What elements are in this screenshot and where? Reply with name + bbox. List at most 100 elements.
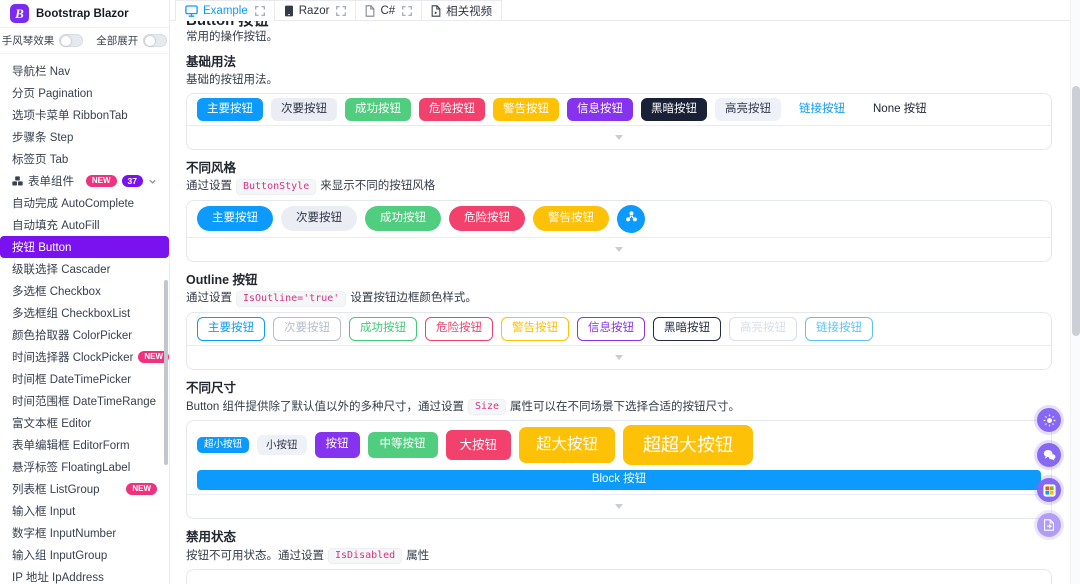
sidebar-item-inputnumber[interactable]: 数字框 InputNumber [0,522,169,544]
demo-button-success[interactable]: 成功按钮 [345,98,411,121]
sidebar-item-floatinglabel[interactable]: 悬浮标签 FloatingLabel [0,456,169,478]
sidebar-item-label: 富文本框 Editor [12,418,92,430]
sidebar-item-checkbox[interactable]: 多选框 Checkbox [0,280,169,302]
demo-button-dark-outline[interactable]: 黑暗按钮 [653,316,721,341]
sidebar-item-label: 悬浮标签 FloatingLabel [12,462,131,474]
demo-button-link[interactable]: 链接按钮 [789,98,855,121]
demo-button-primary[interactable]: 主要按钮 [197,98,263,121]
demo-button-success-outline[interactable]: 成功按钮 [349,316,417,341]
demo-button-info-outline[interactable]: 信息按钮 [577,316,645,341]
expand-icon[interactable] [336,5,347,16]
count-badge: 37 [121,174,143,188]
demo-button-danger[interactable]: 危险按钮 [449,205,525,232]
demo-button-none[interactable]: None 按钮 [863,98,937,121]
sidebar-item-pagination[interactable]: 分页 Pagination [0,82,169,104]
sidebar-item-checkboxlist[interactable]: 多选框组 CheckboxList [0,302,169,324]
sidebar-item-button[interactable]: 按钮 Button [0,236,169,258]
chat-button[interactable] [1037,443,1061,467]
new-badge: NEW [85,175,117,187]
display-icon [185,4,198,17]
sidebar-item-label: 输入框 Input [12,506,76,518]
sidebar-item-clockpicker[interactable]: 时间选择器 ClockPicker NEW [0,346,169,368]
demo-button-primary-outline[interactable]: 主要按钮 [197,316,265,341]
demo-button-dark[interactable]: 黑暗按钮 [641,98,707,121]
tab-item[interactable]: 相关视频 [422,0,503,20]
demo-button-warning[interactable]: 警告按钮 [493,98,559,121]
demo-button-primary[interactable]: 主要按钮 [197,205,273,232]
export-button[interactable] [1037,513,1061,537]
sidebar-item-colorpicker[interactable]: 颜色拾取器 ColorPicker [0,324,169,346]
sidebar-item-editorform[interactable]: 表单编辑框 EditorForm [0,434,169,456]
sidebar-item-listgroup[interactable]: 列表框 ListGroup NEW [0,478,169,500]
sidebar-item-nav[interactable]: 导航栏 Nav [0,60,169,82]
demo-button-light-outline[interactable]: 高亮按钮 [729,316,797,341]
tab-razor[interactable]: Razor [274,0,357,20]
code-chip: IsOutline='true' [236,290,347,307]
sidebar-item-datetimerange[interactable]: 时间范围框 DateTimeRange [0,390,169,412]
sidebar: B Bootstrap Blazor 手风琴效果 全部展开 导航栏 Nav 分页 … [0,0,170,584]
sidebar-item-autofill[interactable]: 自动填充 AutoFill [0,214,169,236]
demo-row-outline: 主要按钮 次要按钮 成功按钮 危险按钮 警告按钮 信息按钮 黑暗按钮 高亮按钮 链接按钮 [187,313,1051,346]
sidebar-item-step[interactable]: 步骤条 Step [0,126,169,148]
demo-button-warning-xxl[interactable]: 超超大按钮 [623,425,754,465]
block-button[interactable]: Block 按钮 [197,470,1041,490]
demo-button-link-outline[interactable]: 链接按钮 [805,316,873,341]
accordion-switch[interactable] [59,34,84,47]
sidebar-item-label: 数字框 InputNumber [12,528,117,540]
collapse-bar[interactable] [187,345,1051,369]
sidebar-item-input[interactable]: 输入框 Input [0,500,169,522]
demo-button-danger[interactable]: 危险按钮 [419,98,485,121]
expand-all-switch[interactable] [143,34,168,47]
brand-title[interactable]: Bootstrap Blazor [36,8,129,20]
sidebar-item-datetimepicker[interactable]: 时间框 DateTimePicker [0,368,169,390]
collapse-bar[interactable] [187,494,1051,518]
demo-button-info[interactable]: 信息按钮 [567,98,633,121]
main-scrollbar-thumb[interactable] [1072,86,1080,336]
demo-button-danger-outline[interactable]: 危险按钮 [425,316,493,341]
apps-button[interactable] [1037,478,1061,502]
expand-icon[interactable] [254,5,265,16]
demo-button-secondary[interactable]: 次要按钮 [281,205,357,232]
sidebar-toggles: 手风琴效果 全部展开 [0,28,169,54]
demo-button-danger-lg[interactable]: 大按钮 [445,430,512,460]
floating-actions [1037,408,1061,537]
sidebar-item-ribbontab[interactable]: 选项卡菜单 RibbonTab [0,104,169,126]
sidebar-item-label: 步骤条 Step [12,132,74,144]
sidebar-item-ip-ipaddress[interactable]: IP 地址 IpAddress [0,566,169,584]
sidebar-item-autocomplete[interactable]: 自动完成 AutoComplete [0,192,169,214]
sidebar-item-cascader[interactable]: 级联选择 Cascader [0,258,169,280]
sidebar-item-inputgroup[interactable]: 输入组 InputGroup [0,544,169,566]
sidebar-item-item[interactable]: 表单组件 NEW 37 [0,170,169,192]
demo-button-secondary-outline[interactable]: 次要按钮 [273,316,341,341]
collapse-bar[interactable] [187,236,1051,261]
chat-icon [1043,449,1056,461]
sidebar-item-editor[interactable]: 富文本框 Editor [0,412,169,434]
circle-share-button[interactable] [617,204,645,233]
expand-all-toggle[interactable]: 全部展开 [96,33,168,48]
sidebar-scrollbar[interactable] [164,280,168,465]
demo-button-light-sm[interactable]: 小按钮 [257,434,307,456]
demo-button-primary-xs[interactable]: 超小按钮 [197,436,250,454]
page-title-clipped: Button 按钮 [186,21,1052,27]
sidebar-item-label: 列表框 ListGroup [12,484,100,496]
demo-button-warning-outline[interactable]: 警告按钮 [501,316,569,341]
demo-button-warning-xl[interactable]: 超大按钮 [519,427,616,463]
main-scrollbar[interactable] [1070,0,1080,584]
demo-button-info-df[interactable]: 按钮 [314,432,360,458]
demo-button-success-md[interactable]: 中等按钮 [367,431,438,459]
tab-example[interactable]: Example [175,0,275,21]
demo-button-warning[interactable]: 警告按钮 [533,205,609,232]
sidebar-item-label: 时间范围框 DateTimeRange [12,396,157,408]
tab-c#[interactable]: C# [356,0,423,20]
brand-logo-icon[interactable]: B [10,4,29,23]
desc-text: Button 组件提供除了默认值以外的多种尺寸，通过设置 [186,400,464,413]
accordion-toggle[interactable]: 手风琴效果 [2,33,84,48]
sidebar-item-tab[interactable]: 标签页 Tab [0,148,169,170]
demo-button-light[interactable]: 高亮按钮 [715,98,781,121]
demo-button-secondary[interactable]: 次要按钮 [271,98,337,121]
collapse-bar[interactable] [187,124,1051,149]
theme-button[interactable] [1037,408,1061,432]
demo-button-success[interactable]: 成功按钮 [365,205,441,232]
expand-icon[interactable] [402,5,412,16]
sidebar-item-label: 标签页 Tab [12,154,69,166]
